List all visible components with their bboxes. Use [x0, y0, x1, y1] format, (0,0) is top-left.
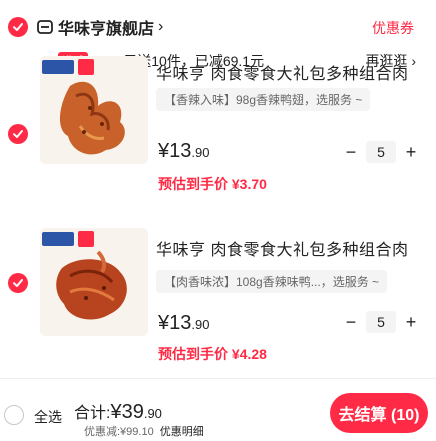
shop-select-checkbox[interactable]: [8, 17, 28, 37]
discount-amount: 优惠减:¥99.10: [84, 426, 154, 438]
chevron-right-icon[interactable]: ›: [158, 18, 163, 36]
total-label: 合计:: [74, 405, 111, 422]
select-all-checkbox[interactable]: [4, 405, 24, 425]
shop-name[interactable]: 华味亨旗舰店: [58, 15, 154, 39]
price-integer: ¥13: [158, 312, 192, 334]
total-decimal: .90: [143, 406, 162, 421]
product-image[interactable]: [40, 228, 148, 336]
checkmark-icon: [13, 130, 23, 138]
shop-header[interactable]: 华味亨旗舰店 › 优惠券: [8, 14, 436, 40]
select-all-label[interactable]: 全选: [34, 407, 62, 427]
product-spec-selector[interactable]: 【香辣入味】98g香辣鸭翅，选服务 ~: [156, 88, 371, 111]
increase-button[interactable]: +: [400, 140, 422, 164]
price-integer: ¥13: [158, 140, 192, 162]
product-title[interactable]: 华味亨 肉食零食大礼包多种组合肉: [156, 60, 408, 84]
quantity-stepper: − 5 +: [340, 140, 422, 164]
item-select-checkbox[interactable]: [8, 124, 28, 144]
estimated-price: 预估到手价 ¥3.70: [158, 176, 267, 192]
cart-item: 华味亨 肉食零食大礼包多种组合肉 【香辣入味】98g香辣鸭翅，选服务 ~ ¥13…: [0, 56, 436, 222]
checkmark-icon: [13, 279, 23, 287]
discount-info: 优惠减:¥99.10 优惠明细: [84, 423, 204, 439]
shop-icon: [36, 18, 54, 36]
coupon-button[interactable]: 优惠券: [372, 18, 414, 38]
product-price: ¥13.90: [158, 312, 209, 335]
product-title[interactable]: 华味亨 肉食零食大礼包多种组合肉: [156, 236, 408, 260]
product-spec-selector[interactable]: 【肉香味浓】108g香辣味鸭...，选服务 ~: [156, 270, 388, 293]
total-price: 合计:¥39.90: [74, 399, 162, 424]
decrease-button[interactable]: −: [340, 310, 362, 334]
discount-detail-link[interactable]: 优惠明细: [160, 426, 204, 438]
checkmark-icon: [13, 23, 23, 31]
checkout-bar: 全选 合计:¥39.90 优惠减:¥99.10 优惠明细 去结算 (10): [0, 378, 436, 441]
increase-button[interactable]: +: [400, 310, 422, 334]
price-decimal: .90: [191, 317, 210, 332]
quantity-value[interactable]: 5: [366, 311, 396, 333]
product-price: ¥13.90: [158, 140, 209, 163]
decrease-button[interactable]: −: [340, 140, 362, 164]
estimated-price: 预估到手价 ¥4.28: [158, 346, 267, 362]
quantity-stepper: − 5 +: [340, 310, 422, 334]
product-image[interactable]: [40, 56, 148, 164]
item-select-checkbox[interactable]: [8, 273, 28, 293]
price-decimal: .90: [191, 145, 210, 160]
quantity-value[interactable]: 5: [366, 141, 396, 163]
total-integer: ¥39: [110, 401, 144, 423]
checkout-button[interactable]: 去结算 (10): [330, 393, 428, 433]
cart-item: 华味亨 肉食零食大礼包多种组合肉 【肉香味浓】108g香辣味鸭...，选服务 ~…: [0, 228, 436, 378]
